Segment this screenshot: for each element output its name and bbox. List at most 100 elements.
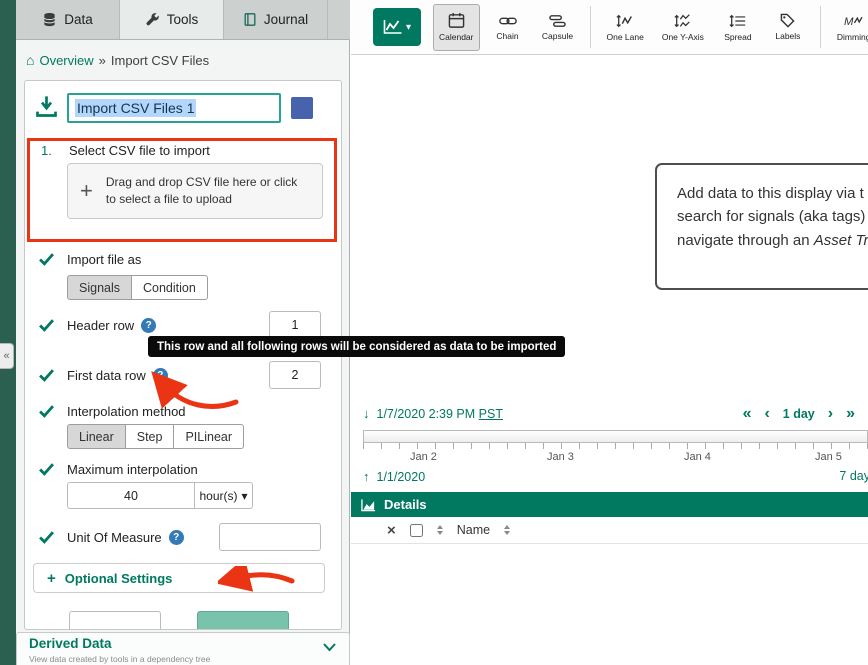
- tab-tools[interactable]: Tools: [120, 0, 224, 39]
- color-swatch-button[interactable]: [291, 97, 313, 119]
- chain-icon: [499, 14, 517, 28]
- toolbar-button-label: One Lane: [607, 32, 644, 42]
- details-panel-header: Details: [351, 492, 868, 517]
- tab-label: Data: [64, 12, 93, 27]
- name-column-header[interactable]: Name: [457, 523, 490, 537]
- derived-data-panel[interactable]: Derived Data View data created by tools …: [16, 632, 350, 665]
- max-interpolation-label: Maximum interpolation: [67, 462, 198, 477]
- step1-label: Select CSV file to import: [69, 143, 210, 158]
- condition-option-button[interactable]: Condition: [131, 275, 208, 300]
- help-icon[interactable]: ?: [153, 368, 168, 383]
- step-option-button[interactable]: Step: [125, 424, 175, 449]
- csv-import-icon: [33, 93, 60, 120]
- chevron-down-icon: ▾: [406, 22, 411, 33]
- help-icon[interactable]: ?: [141, 318, 156, 333]
- time-range-controls: ↓ 1/7/2020 2:39 PM PST « ‹ 1 day › »: [363, 404, 859, 426]
- start-datetime: 1/7/2020 2:39 PM: [377, 407, 476, 421]
- dimming-icon: M: [844, 13, 863, 29]
- details-title: Details: [384, 497, 427, 512]
- check-icon: [39, 319, 54, 332]
- display-start-control: ↓ 1/7/2020 2:39 PM PST: [363, 406, 503, 421]
- left-panel: Data Tools Journal ⌂ Overview » Import C…: [16, 0, 350, 665]
- tab-data[interactable]: Data: [16, 0, 120, 39]
- step-back-fast-icon[interactable]: «: [743, 404, 752, 424]
- toolbar-button-label: Dimming: [837, 32, 868, 42]
- header-row-label: Header row ?: [67, 318, 156, 333]
- wrench-icon: [145, 12, 160, 27]
- toolbar-button-label: Capsule: [542, 31, 573, 41]
- unit-dropdown[interactable]: hour(s) ▾: [195, 482, 253, 509]
- arrow-up-icon: ↑: [363, 469, 370, 484]
- one-y-axis-button[interactable]: One Y-Axis: [656, 4, 710, 51]
- step-forward-fast-icon[interactable]: »: [846, 404, 855, 424]
- remove-all-icon[interactable]: ×: [387, 523, 396, 538]
- sort-icon[interactable]: [504, 525, 510, 535]
- toolbar-separator: [820, 6, 821, 48]
- tab-journal[interactable]: Journal: [224, 0, 328, 39]
- message-line: navigate through an Asset Tre: [677, 229, 868, 252]
- tab-label: Tools: [167, 12, 199, 27]
- range-start-link[interactable]: 1/1/2020: [377, 470, 426, 484]
- labels-button[interactable]: Labels: [766, 4, 810, 51]
- capsule-button[interactable]: Capsule: [536, 4, 580, 51]
- arrow-down-icon: ↓: [363, 406, 370, 421]
- one-lane-button[interactable]: One Lane: [601, 4, 650, 51]
- capsule-icon: [549, 14, 566, 28]
- labels-icon: [780, 13, 795, 28]
- axis-tick-label: Jan 5: [815, 451, 842, 463]
- toolbar-button-label: Calendar: [439, 32, 474, 42]
- chevron-down-icon: [322, 642, 337, 652]
- step-back-icon[interactable]: ‹: [764, 404, 769, 424]
- toolbar-button-label: Labels: [775, 31, 800, 41]
- check-icon: [39, 463, 54, 476]
- max-interpolation-input[interactable]: 40: [67, 482, 195, 509]
- tool-name-value: Import CSV Files 1: [75, 99, 196, 117]
- derived-data-subtitle: View data created by tools in a dependen…: [29, 654, 210, 664]
- chain-button[interactable]: Chain: [486, 4, 530, 51]
- header-row-input[interactable]: 1: [269, 311, 321, 339]
- plus-icon: +: [47, 570, 56, 587]
- unit-of-measure-input[interactable]: [219, 523, 321, 551]
- investigate-range-row: ↑ 1/1/2020 7 day: [363, 469, 868, 487]
- breadcrumb-overview-link[interactable]: Overview: [39, 53, 93, 68]
- linear-option-button[interactable]: Linear: [67, 424, 126, 449]
- import-as-button-group: Signals Condition: [67, 275, 208, 300]
- csv-dropzone[interactable]: + Drag and drop CSV file here or click t…: [67, 163, 323, 219]
- tool-name-input[interactable]: Import CSV Files 1: [67, 93, 281, 123]
- pilinear-option-button[interactable]: PILinear: [173, 424, 244, 449]
- calendar-button[interactable]: Calendar: [433, 4, 480, 51]
- collapse-panel-handle[interactable]: «: [0, 343, 14, 369]
- cancel-button[interactable]: [69, 611, 161, 630]
- import-file-as-label: Import file as: [67, 252, 141, 267]
- range-start-control: ↑ 1/1/2020: [363, 469, 425, 484]
- axis-tick-label: Jan 3: [547, 451, 574, 463]
- breadcrumb-current: Import CSV Files: [111, 53, 209, 68]
- select-all-checkbox[interactable]: [410, 524, 423, 537]
- step-number: 1.: [41, 143, 52, 158]
- range-duration-label[interactable]: 7 day: [839, 469, 868, 483]
- step-forward-icon[interactable]: ›: [828, 404, 833, 424]
- help-icon[interactable]: ?: [169, 530, 184, 545]
- display-type-dropdown[interactable]: ▾: [373, 8, 421, 46]
- check-icon: [39, 253, 54, 266]
- trend-icon: [383, 19, 403, 35]
- signals-option-button[interactable]: Signals: [67, 275, 132, 300]
- unit-value: hour(s): [199, 489, 237, 503]
- execute-button[interactable]: [197, 611, 289, 630]
- toolbar-separator: [590, 6, 591, 48]
- axis-tick-label: Jan 2: [410, 451, 437, 463]
- dropzone-text: Drag and drop CSV file here or click to …: [106, 174, 310, 209]
- sort-icon[interactable]: [437, 525, 443, 535]
- derived-data-title: Derived Data: [29, 636, 112, 651]
- duration-label[interactable]: 1 day: [783, 407, 815, 421]
- timezone-link[interactable]: PST: [479, 407, 503, 421]
- dimming-button[interactable]: M Dimming: [831, 4, 868, 51]
- first-data-row-input[interactable]: 2: [269, 361, 321, 389]
- optional-settings-toggle[interactable]: + Optional Settings: [33, 563, 325, 593]
- axis-tick-label: Jan 4: [684, 451, 711, 463]
- nav-tabbar: Data Tools Journal: [16, 0, 350, 40]
- display-start-link[interactable]: 1/7/2020 2:39 PM PST: [377, 407, 503, 421]
- timebar-scrubber[interactable]: [363, 430, 868, 443]
- home-icon[interactable]: ⌂: [26, 52, 34, 68]
- spread-button[interactable]: Spread: [716, 4, 760, 51]
